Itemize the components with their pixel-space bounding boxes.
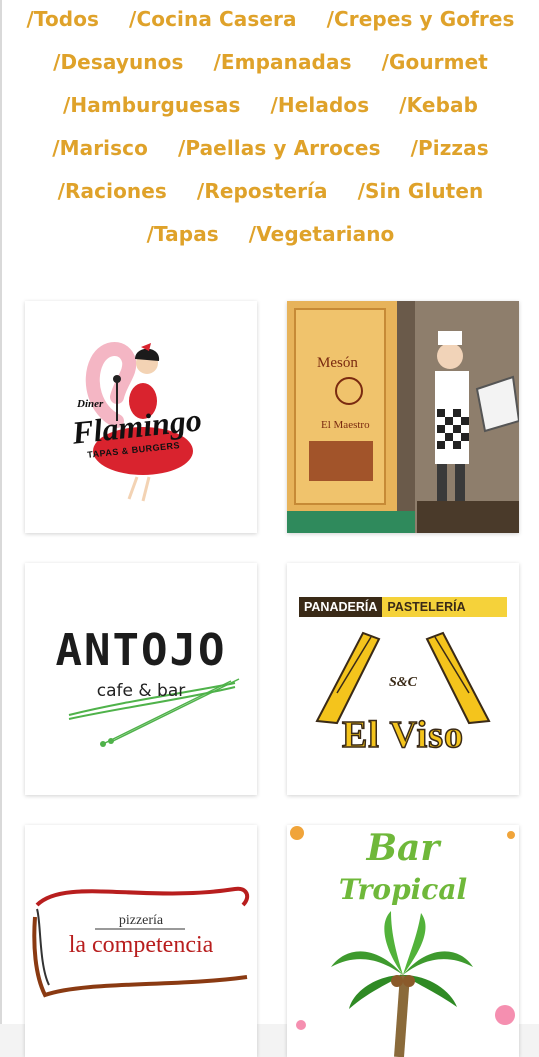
antojo-title: ANTOJO [55, 625, 227, 676]
filter-crepes-y-gofres[interactable]: /Crepes y Gofres [327, 5, 515, 33]
filter-paellas-y-arroces[interactable]: /Paellas y Arroces [178, 134, 381, 162]
bar-tropical-line1: Bar [366, 827, 440, 869]
meson-line1: Mesón [317, 355, 358, 371]
restaurant-card-diner-flamingo[interactable]: Diner Flamingo TAPAS & BURGERS [25, 301, 257, 533]
filter-helados[interactable]: /Helados [271, 91, 370, 119]
filter-row: /Todos /Cocina Casera /Crepes y Gofres [2, 5, 539, 33]
filter-vegetariano[interactable]: /Vegetariano [249, 220, 395, 248]
filter-hamburguesas[interactable]: /Hamburguesas [63, 91, 241, 119]
filter-pizzas[interactable]: /Pizzas [411, 134, 489, 162]
filter-reposteria[interactable]: /Repostería [197, 177, 328, 205]
restaurant-card-la-competencia[interactable]: pizzería la competencia [25, 825, 257, 1057]
filter-cocina-casera[interactable]: /Cocina Casera [129, 5, 297, 33]
filter-row: /Desayunos /Empanadas /Gourmet [2, 48, 539, 76]
filter-kebab[interactable]: /Kebab [399, 91, 478, 119]
filter-desayunos[interactable]: /Desayunos [53, 48, 183, 76]
flamingo-line1: Diner [77, 398, 104, 410]
el-viso-sc: S&C [388, 675, 417, 690]
la-competencia-small: pizzería [118, 913, 164, 928]
restaurant-card-bar-tropical[interactable]: Bar Tropical [287, 825, 519, 1057]
filter-raciones[interactable]: /Raciones [58, 177, 167, 205]
la-competencia-big: la competencia [68, 932, 214, 958]
antojo-logo-swoosh [68, 678, 240, 747]
page: /Todos /Cocina Casera /Crepes y Gofres /… [0, 0, 539, 1057]
meson-photo [287, 301, 519, 533]
el-viso-name: El Viso [341, 713, 465, 757]
restaurant-card-antojo[interactable]: ANTOJO cafe & bar [25, 563, 257, 795]
bar-tropical-line2: Tropical [338, 873, 468, 906]
filter-sin-gluten[interactable]: /Sin Gluten [358, 177, 484, 205]
restaurant-card-el-viso[interactable]: PANADERÍA PASTELERÍA S&C El Viso [287, 563, 519, 795]
meson-line2: El Maestro [321, 419, 370, 431]
filter-empanadas[interactable]: /Empanadas [214, 48, 352, 76]
filter-marisco[interactable]: /Marisco [52, 134, 148, 162]
filter-gourmet[interactable]: /Gourmet [382, 48, 488, 76]
restaurant-card-meson-el-maestro[interactable]: Mesón El Maestro [287, 301, 519, 533]
antojo-subtitle: cafe & bar [96, 681, 186, 701]
filter-tapas[interactable]: /Tapas [147, 220, 219, 248]
filter-row: /Tapas /Vegetariano [2, 220, 539, 248]
filter-row: /Hamburguesas /Helados /Kebab [2, 91, 539, 119]
filter-row: /Marisco /Paellas y Arroces /Pizzas [2, 134, 539, 162]
filter-todos[interactable]: /Todos [26, 5, 99, 33]
filter-row: /Raciones /Repostería /Sin Gluten [2, 177, 539, 205]
